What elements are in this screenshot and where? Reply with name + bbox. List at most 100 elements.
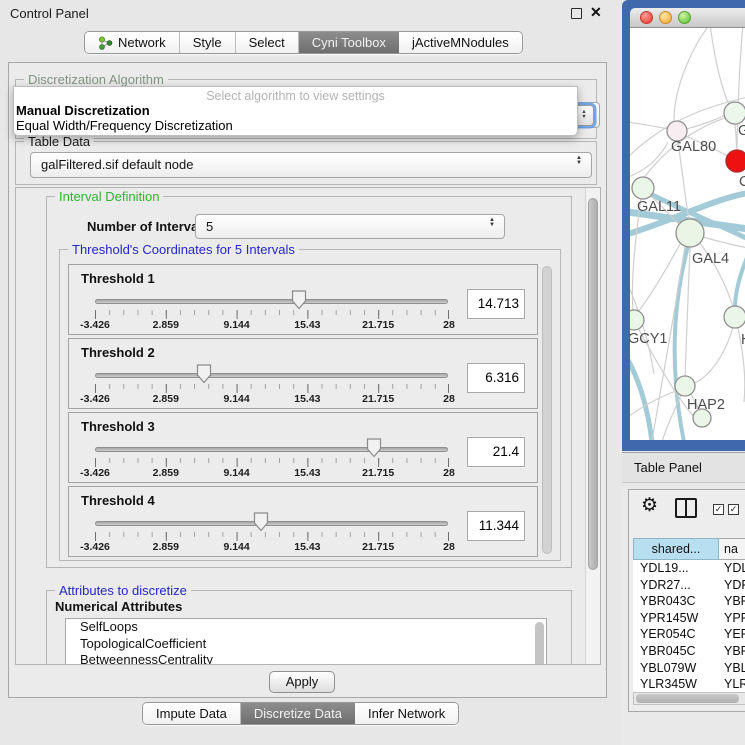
network-node-h[interactable] [724,306,745,328]
tick-label: 2.859 [153,541,179,553]
number-of-intervals-combobox[interactable]: 5 ▲▼ [195,214,505,239]
threshold-2-slider-thumb[interactable] [196,364,212,384]
close-window-icon[interactable] [640,11,653,24]
table-row[interactable]: YPR145WYPR1 [633,610,745,627]
network-node-gal80[interactable] [667,121,687,141]
cell-name[interactable]: YBR0 [719,643,745,660]
float-panel-icon[interactable] [571,8,582,19]
threshold-4-slider-track[interactable] [95,521,448,526]
zoom-window-icon[interactable] [678,11,691,24]
tab-cyni-toolbox[interactable]: Cyni Toolbox [299,32,399,53]
apply-button[interactable]: Apply [269,671,335,693]
attributes-list-scrollbar[interactable] [535,622,544,665]
thresholds-scrollbar[interactable] [542,266,552,554]
table-row[interactable]: YLR345WYLR3 [633,676,745,692]
cell-shared-name[interactable]: YDR27... [633,577,719,594]
table-row[interactable]: YDR27...YDR2 [633,577,745,594]
network-edge[interactable] [630,360,652,440]
table-row[interactable]: YBR045CYBR0 [633,643,745,660]
network-edge[interactable] [710,28,730,107]
network-canvas[interactable]: GAL80GACGAL11GAL4GCY1HHAP2 [630,28,745,440]
network-edge[interactable] [630,122,668,129]
threshold-4-value-field[interactable]: 11.344 [467,511,525,541]
popup-option-manual-discretization[interactable]: Manual Discretization [16,103,150,118]
interval-definition-label: Interval Definition [55,189,163,204]
network-node-ga[interactable] [724,102,745,124]
list-item-topologicalcoefficient[interactable]: TopologicalCoefficient [66,636,546,653]
threshold-4-slider-thumb[interactable] [253,512,269,532]
close-panel-icon[interactable]: ✕ [590,4,602,21]
network-node-gal11[interactable] [632,177,654,199]
tab-select[interactable]: Select [236,32,299,53]
network-window-titlebar[interactable] [630,8,745,28]
tab-jactivemnodules-label: jActiveMNodules [412,35,509,50]
tab-impute-data[interactable]: Impute Data [143,703,241,724]
threshold-1-slider-track[interactable] [95,299,448,304]
cell-shared-name[interactable]: YDL19... [633,560,719,577]
table-row[interactable]: YBL079WYBL0 [633,660,745,677]
scrollbar-thumb[interactable] [588,198,598,570]
tab-jactivemnodules[interactable]: jActiveMNodules [399,32,522,53]
popup-option-equal-width-frequency[interactable]: Equal Width/Frequency Discretization [16,118,233,133]
cell-name[interactable]: YDL1 [719,560,745,577]
tab-style-label: Style [193,35,222,50]
cell-name[interactable]: YLR3 [719,676,745,692]
threshold-1-value-field[interactable]: 14.713 [467,289,525,319]
table-row[interactable]: YBR043CYBR0 [633,593,745,610]
threshold-3-slider-thumb[interactable] [366,438,382,458]
table-data-value: galFiltered.sif default node [41,157,193,172]
list-item-betweennesscentrality[interactable]: BetweennessCentrality [66,652,546,665]
scrollbar-thumb[interactable] [636,694,739,703]
cell-name[interactable]: YDR2 [719,577,745,594]
tab-discretize-data[interactable]: Discretize Data [241,703,355,724]
network-node-unlabeled[interactable] [693,409,711,427]
tab-infer-network[interactable]: Infer Network [355,703,458,724]
cell-shared-name[interactable]: YER054C [633,626,719,643]
network-node-gcy1[interactable] [630,310,644,330]
settings-vertical-scrollbar[interactable] [585,188,600,664]
slider-tick-labels: -3.426 2.859 9.144 15.43 21.715 28 [95,319,449,331]
network-node-hap2[interactable] [675,376,695,396]
network-edge[interactable] [694,327,733,383]
cell-name[interactable]: YER0 [719,626,745,643]
table-data-combobox[interactable]: galFiltered.sif default node ▲▼ [30,152,592,178]
table-horizontal-scrollbar[interactable] [633,692,745,705]
network-edge[interactable] [703,237,745,248]
threshold-1-slider-thumb[interactable] [291,290,307,310]
threshold-3-slider-track[interactable] [95,447,448,452]
network-node-gal4[interactable] [676,219,704,247]
threshold-2-slider-track[interactable] [95,373,448,378]
cell-name[interactable]: YBL0 [719,660,745,677]
slider-ticks [95,532,449,541]
table-row[interactable]: YER054CYER0 [633,626,745,643]
tab-style[interactable]: Style [180,32,236,53]
tab-network[interactable]: Network [85,32,180,53]
columns-icon[interactable] [675,498,697,518]
checkbox-icon-1[interactable]: ✓ [713,504,724,515]
cell-name[interactable]: YPR1 [719,610,745,627]
cell-shared-name[interactable]: YBL079W [633,660,719,677]
cell-shared-name[interactable]: YPR145W [633,610,719,627]
threshold-2-box: Threshold 2 -3.426 2.859 9.144 15.43 21.… [68,338,538,409]
threshold-2-value-field[interactable]: 6.316 [467,363,525,393]
minimize-window-icon[interactable] [659,11,672,24]
network-edge[interactable] [638,244,680,312]
checkbox-icon-2[interactable]: ✓ [728,504,739,515]
list-item-selfloops[interactable]: SelfLoops [66,619,546,636]
gear-icon[interactable]: ⚙ [641,494,658,517]
tick-label: 9.144 [223,541,249,553]
column-header-shared-name[interactable]: shared... [633,538,719,560]
network-node-c[interactable] [726,150,745,172]
network-edge[interactable] [674,28,710,121]
network-edge[interactable] [685,247,690,376]
cell-shared-name[interactable]: YLR345W [633,676,719,692]
table-row[interactable]: YDL19...YDL1 [633,560,745,577]
cell-name[interactable]: YBR0 [719,593,745,610]
column-header-name[interactable]: na [719,538,745,560]
network-edge[interactable] [735,255,745,308]
cell-shared-name[interactable]: YBR045C [633,643,719,660]
combo-arrows-icon: ▲▼ [489,218,495,228]
network-edge[interactable] [686,115,725,129]
cell-shared-name[interactable]: YBR043C [633,593,719,610]
threshold-3-value-field[interactable]: 21.4 [467,437,525,467]
